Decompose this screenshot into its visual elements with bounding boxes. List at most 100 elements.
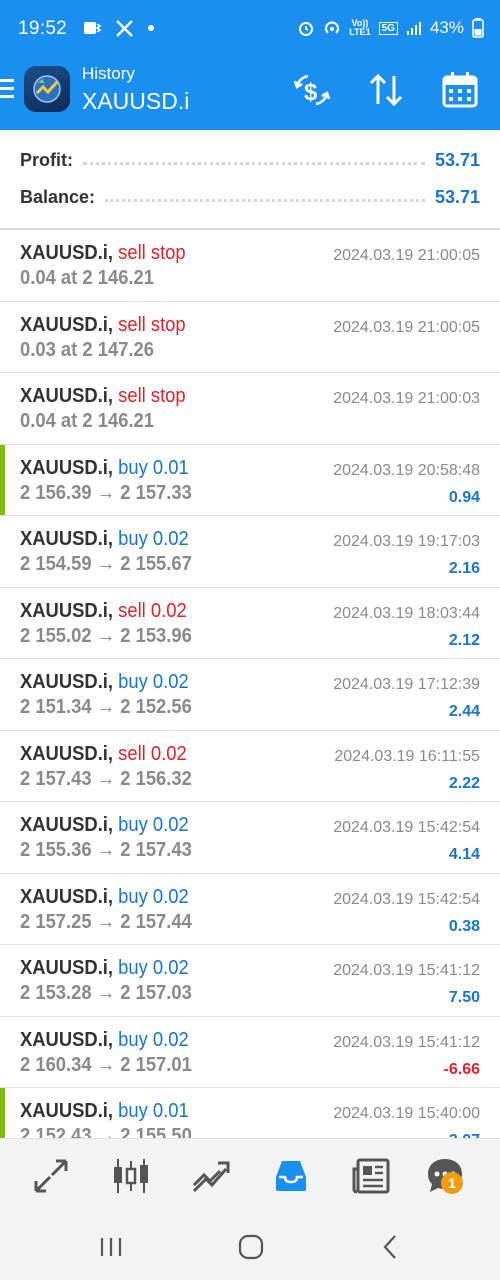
- deal-symbol: XAUUSD.i,: [20, 385, 114, 407]
- deal-time: 2024.03.19 19:17:03: [333, 533, 480, 550]
- deal-symbol-line: XAUUSD.i, buy 0.02: [20, 957, 189, 980]
- deal-symbol: XAUUSD.i,: [20, 671, 114, 693]
- deal-row[interactable]: XAUUSD.i, sell stop 0.04 at 2 146.21 2024.…: [0, 230, 500, 302]
- trade-icon[interactable]: [190, 1155, 232, 1197]
- deal-row[interactable]: XAUUSD.i, buy 0.02 2 154.59 → 2 155.67 202…: [0, 516, 500, 588]
- deals-list[interactable]: XAUUSD.i, sell stop 0.04 at 2 146.21 2024.…: [0, 230, 500, 1138]
- deal-prices: 2 153.28 → 2 157.03: [20, 982, 192, 1004]
- deal-profit: 2.44: [448, 703, 480, 720]
- profit-label: Profit:: [20, 149, 73, 170]
- chart-icon[interactable]: [110, 1155, 152, 1197]
- system-nav: [0, 1212, 500, 1280]
- deal-row[interactable]: XAUUSD.i, buy 0.02 2 151.34 → 2 152.56 202…: [0, 659, 500, 731]
- deal-time: 2024.03.19 20:58:48: [333, 461, 480, 479]
- deal-side: buy 0.02: [118, 1028, 189, 1051]
- deal-side: buy 0.02: [118, 528, 189, 550]
- deal-row[interactable]: XAUUSD.i, sell stop 0.04 at 2 146.21 2024.…: [0, 373, 500, 445]
- deal-side: buy 0.01: [118, 456, 189, 479]
- app-logo-icon: [33, 75, 61, 103]
- deal-side: buy 0.02: [118, 671, 189, 693]
- deal-symbol-line: XAUUSD.i, buy 0.02: [20, 1029, 189, 1052]
- deal-prices: 2 157.43 → 2 156.32: [20, 767, 192, 790]
- deal-profit: 0.38: [448, 917, 480, 935]
- deal-symbol-line: XAUUSD.i, buy 0.01: [20, 1100, 189, 1123]
- sort-icon[interactable]: [366, 70, 406, 110]
- back-icon[interactable]: [376, 1232, 406, 1262]
- deal-row[interactable]: XAUUSD.i, buy 0.02 2 157.25 → 2 157.44 202…: [0, 874, 500, 945]
- deal-time: 2024.03.19 15:42:54: [333, 819, 480, 836]
- deal-row[interactable]: XAUUSD.i, buy 0.01 2 156.39 → 2 157.33 202…: [0, 444, 500, 516]
- app-toolbar: History XAUUSD.i $: [0, 60, 500, 130]
- deal-prices: 2 155.36 → 2 157.43: [20, 839, 192, 861]
- deal-prices: 2 157.25 → 2 157.44: [20, 910, 192, 933]
- deal-side: sell 0.02: [118, 742, 187, 765]
- app-logo[interactable]: [24, 66, 70, 112]
- status-bar: 19:52 Vo)) LTE1 5G 43%: [0, 0, 500, 60]
- deal-symbol: XAUUSD.i,: [20, 456, 114, 479]
- deal-time: 2024.03.19 21:00:05: [333, 247, 480, 264]
- deal-row[interactable]: XAUUSD.i, buy 0.02 2 153.28 → 2 157.03 202…: [0, 945, 500, 1017]
- deal-row[interactable]: XAUUSD.i, sell 0.02 2 155.02 → 2 153.96 20…: [0, 588, 500, 659]
- deal-row[interactable]: XAUUSD.i, buy 0.01 2 152.43 → 2 155.50 202…: [0, 1088, 500, 1138]
- deal-symbol-line: XAUUSD.i, sell 0.02: [20, 600, 187, 623]
- deal-profit: 0.94: [448, 488, 480, 506]
- deal-prices: 2 155.02 → 2 153.96: [20, 624, 192, 647]
- toolbar-title[interactable]: XAUUSD.i: [82, 88, 189, 115]
- alarm-icon: [299, 22, 314, 36]
- dot-icon: [148, 25, 154, 31]
- balance-row: Balance: 53.71: [20, 182, 480, 212]
- deal-profit: 2.16: [448, 560, 480, 577]
- deal-symbol-line: XAUUSD.i, sell 0.02: [20, 743, 187, 766]
- currency-exchange-icon[interactable]: $: [292, 70, 332, 110]
- deal-symbol: XAUUSD.i,: [20, 742, 114, 765]
- deal-row[interactable]: XAUUSD.i, buy 0.02 2 155.36 → 2 157.43 202…: [0, 802, 500, 874]
- battery-icon: [472, 18, 484, 38]
- deal-symbol: XAUUSD.i,: [20, 528, 114, 550]
- history-icon[interactable]: [270, 1155, 312, 1197]
- deal-side: buy 0.02: [118, 957, 189, 979]
- deal-time: 2024.03.19 21:00:05: [333, 318, 480, 336]
- bottom-nav: [0, 1138, 500, 1212]
- news-icon[interactable]: [350, 1155, 392, 1197]
- signal-icon: [406, 22, 421, 35]
- deal-side: buy 0.02: [118, 814, 189, 836]
- deal-profit: 7.50: [448, 989, 480, 1006]
- deal-symbol: XAUUSD.i,: [20, 814, 114, 836]
- deal-row[interactable]: XAUUSD.i, sell stop 0.03 at 2 147.26 2024.…: [0, 302, 500, 373]
- deal-prices: 0.04 at 2 146.21: [20, 410, 155, 432]
- profit-row: Profit: 53.71: [20, 145, 480, 175]
- deal-side: sell 0.02: [118, 599, 187, 622]
- quotes-icon[interactable]: [30, 1155, 72, 1197]
- deal-symbol-line: XAUUSD.i, sell stop: [20, 385, 186, 408]
- deal-symbol: XAUUSD.i,: [20, 957, 114, 979]
- dotted-leader: [105, 192, 425, 202]
- deal-side: buy 0.02: [118, 885, 189, 908]
- deal-symbol-line: XAUUSD.i, buy 0.02: [20, 671, 189, 694]
- home-icon[interactable]: [236, 1232, 266, 1262]
- balance-label: Balance:: [20, 186, 96, 207]
- volte-label: Vo)) LTE1: [349, 19, 370, 37]
- svg-text:$: $: [304, 79, 318, 106]
- deal-row[interactable]: XAUUSD.i, buy 0.02 2 160.34 → 2 157.01 202…: [0, 1017, 500, 1088]
- vibrate-icon: [84, 22, 102, 34]
- messages-badge: 1: [441, 1172, 463, 1194]
- deal-prices: 0.04 at 2 146.21: [20, 267, 155, 289]
- menu-icon[interactable]: [0, 79, 16, 101]
- toolbar-subtitle: History: [82, 64, 135, 83]
- deal-symbol-line: XAUUSD.i, sell stop: [20, 314, 186, 337]
- deal-side: sell stop: [118, 242, 186, 264]
- deal-time: 2024.03.19 15:40:00: [333, 1105, 480, 1122]
- calendar-icon[interactable]: [440, 70, 480, 110]
- deal-time: 2024.03.19 15:41:12: [333, 1033, 480, 1051]
- deal-symbol: XAUUSD.i,: [20, 599, 114, 622]
- deal-time: 2024.03.19 16:11:55: [334, 747, 480, 765]
- deal-symbol-line: XAUUSD.i, buy 0.02: [20, 528, 189, 551]
- deal-row[interactable]: XAUUSD.i, sell 0.02 2 157.43 → 2 156.32 20…: [0, 731, 500, 802]
- deal-side: sell stop: [118, 385, 186, 407]
- deal-profit: 2.22: [448, 774, 480, 792]
- deal-prices: 2 151.34 → 2 152.56: [20, 696, 192, 718]
- recents-icon[interactable]: [96, 1232, 126, 1262]
- hotspot-icon: [325, 21, 340, 34]
- deal-profit: 2.12: [448, 631, 480, 649]
- deal-symbol: XAUUSD.i,: [20, 313, 114, 336]
